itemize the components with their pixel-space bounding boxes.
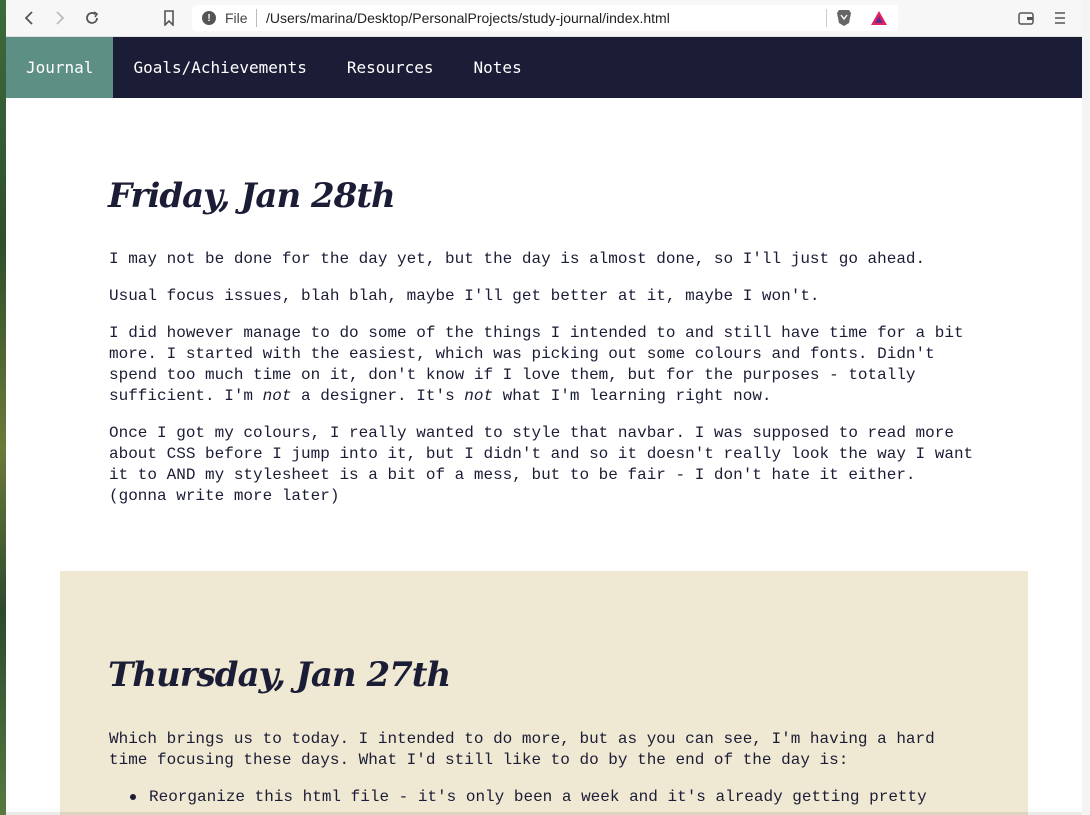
url-scheme-label: File — [225, 10, 248, 26]
paragraph-text: sufficient. I'm — [109, 387, 263, 405]
emphasis-text: not — [262, 387, 292, 405]
url-separator — [256, 9, 257, 27]
browser-toolbar: ! File /Users/marina/Desktop/PersonalPro… — [6, 0, 1082, 37]
paragraph-line: more. I started with the easiest, which … — [109, 345, 935, 363]
url-divider — [826, 9, 827, 27]
paragraph-line: about CSS before I jump into it, but I d… — [109, 445, 974, 463]
list-item: Reorganize this html file - it's only be… — [109, 787, 927, 808]
paragraph-line: (gonna write more later) — [109, 487, 340, 505]
journal-content: Friday, Jan 28th I may not be done for t… — [6, 98, 1082, 815]
todo-list: Reorganize this html file - it's only be… — [109, 787, 927, 808]
paragraph-line: Once I got my colours, I really wanted t… — [109, 424, 954, 442]
entry-paragraph: I may not be done for the day yet, but t… — [109, 250, 926, 268]
brave-rewards-icon[interactable] — [870, 10, 888, 26]
entry-paragraph: Which brings us to today. I intended to … — [109, 729, 989, 771]
bookmark-icon[interactable] — [159, 8, 179, 28]
url-text[interactable]: /Users/marina/Desktop/PersonalProjects/s… — [266, 10, 670, 26]
reload-icon[interactable] — [82, 8, 102, 28]
entry-paragraph: Once I got my colours, I really wanted t… — [109, 423, 989, 507]
entry-paragraph: I did however manage to do some of the t… — [109, 323, 989, 407]
paragraph-line: time focusing these days. What I'd still… — [109, 751, 849, 769]
brave-shields-icon[interactable] — [836, 9, 852, 27]
nav-item-goals-achievements[interactable]: Goals/Achievements — [113, 37, 326, 98]
entry-paragraph: Usual focus issues, blah blah, maybe I'l… — [109, 287, 820, 305]
emphasis-text: not — [464, 387, 494, 405]
address-bar[interactable]: ! File /Users/marina/Desktop/PersonalPro… — [192, 5, 898, 31]
forward-icon[interactable] — [50, 8, 70, 28]
nav-item-resources[interactable]: Resources — [327, 37, 454, 98]
paragraph-text: a designer. It's — [291, 387, 465, 405]
paragraph-text: what I'm learning right now. — [493, 387, 772, 405]
wallet-icon[interactable] — [1016, 8, 1036, 28]
info-icon[interactable]: ! — [202, 11, 216, 25]
entry-title-friday: Friday, Jan 28th — [108, 176, 396, 216]
back-icon[interactable] — [19, 8, 39, 28]
site-navbar: Journal Goals/Achievements Resources Not… — [6, 37, 1082, 98]
nav-item-journal[interactable]: Journal — [6, 37, 114, 98]
desktop-right-strip — [1082, 0, 1090, 815]
nav-item-notes[interactable]: Notes — [454, 37, 542, 98]
paragraph-line: I did however manage to do some of the t… — [109, 324, 964, 342]
paragraph-line: spend too much time on it, don't know if… — [109, 366, 916, 384]
entry-title-thursday: Thursday, Jan 27th — [108, 655, 451, 695]
paragraph-line: it to AND my stylesheet is a bit of a me… — [109, 466, 916, 484]
menu-icon[interactable] — [1050, 8, 1070, 28]
paragraph-line: Which brings us to today. I intended to … — [109, 730, 935, 748]
browser-window: ! File /Users/marina/Desktop/PersonalPro… — [6, 0, 1082, 815]
